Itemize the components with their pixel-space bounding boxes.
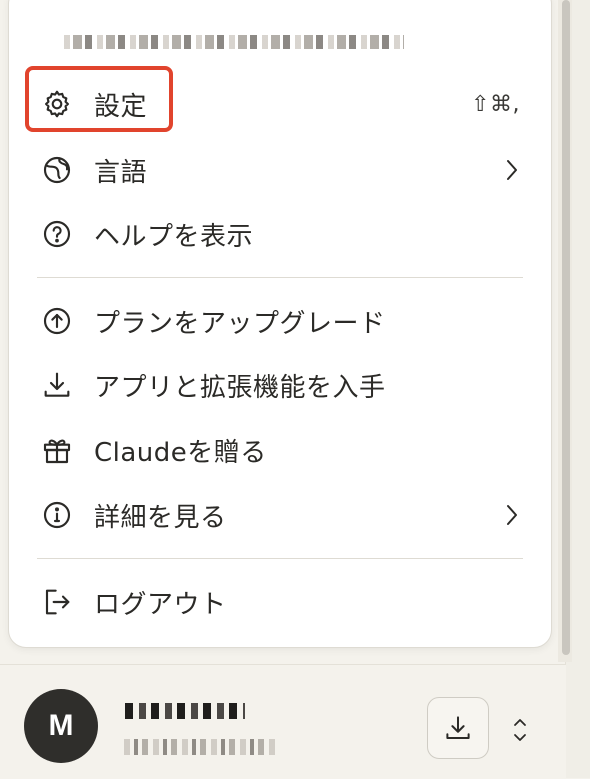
- user-name-redacted: [125, 703, 245, 719]
- menu-item-logout[interactable]: ログアウト: [40, 582, 522, 622]
- menu-item-learn-more[interactable]: 詳細を見る: [40, 495, 522, 535]
- chevron-right-icon: [502, 158, 522, 182]
- menu-item-label: ログアウト: [94, 589, 227, 620]
- download-icon: [443, 713, 473, 743]
- menu-item-label: 設定: [94, 91, 148, 122]
- globe-icon: [40, 153, 74, 187]
- account-footer: M: [0, 664, 566, 779]
- menu-item-label: ヘルプを表示: [94, 221, 254, 252]
- chevron-up-down-icon: [512, 715, 528, 745]
- menu-item-get-apps[interactable]: アプリと拡張機能を入手: [40, 365, 522, 405]
- menu-item-label: Claudeを贈る: [94, 437, 267, 468]
- account-switcher-toggle[interactable]: [510, 713, 530, 747]
- scrollbar-thumb[interactable]: [562, 0, 570, 655]
- menu-divider: [37, 558, 523, 559]
- menu-item-help[interactable]: ヘルプを表示: [40, 214, 522, 254]
- menu-item-language[interactable]: 言語: [40, 150, 522, 190]
- menu-item-upgrade-plan[interactable]: プランをアップグレード: [40, 301, 522, 341]
- menu-item-label: アプリと拡張機能を入手: [94, 372, 386, 403]
- menu-item-label: プランをアップグレード: [94, 308, 386, 339]
- menu-item-label: 言語: [94, 157, 148, 188]
- info-icon: [40, 498, 74, 532]
- chevron-right-icon: [502, 503, 522, 527]
- gear-icon: [40, 87, 74, 121]
- avatar[interactable]: M: [24, 689, 98, 763]
- logout-icon: [40, 585, 74, 619]
- settings-shortcut: ⇧⌘,: [471, 91, 520, 117]
- gift-icon: [40, 433, 74, 467]
- help-circle-icon: [40, 217, 74, 251]
- account-email-redacted: [64, 35, 404, 49]
- upgrade-arrow-icon: [40, 304, 74, 338]
- menu-item-label: 詳細を見る: [94, 502, 227, 533]
- download-icon: [40, 368, 74, 402]
- download-app-button[interactable]: [427, 697, 489, 759]
- menu-item-settings[interactable]: 設定 ⇧⌘,: [40, 84, 522, 124]
- user-plan-redacted: [124, 739, 276, 755]
- menu-item-gift-claude[interactable]: Claudeを贈る: [40, 430, 522, 470]
- menu-divider: [37, 277, 523, 278]
